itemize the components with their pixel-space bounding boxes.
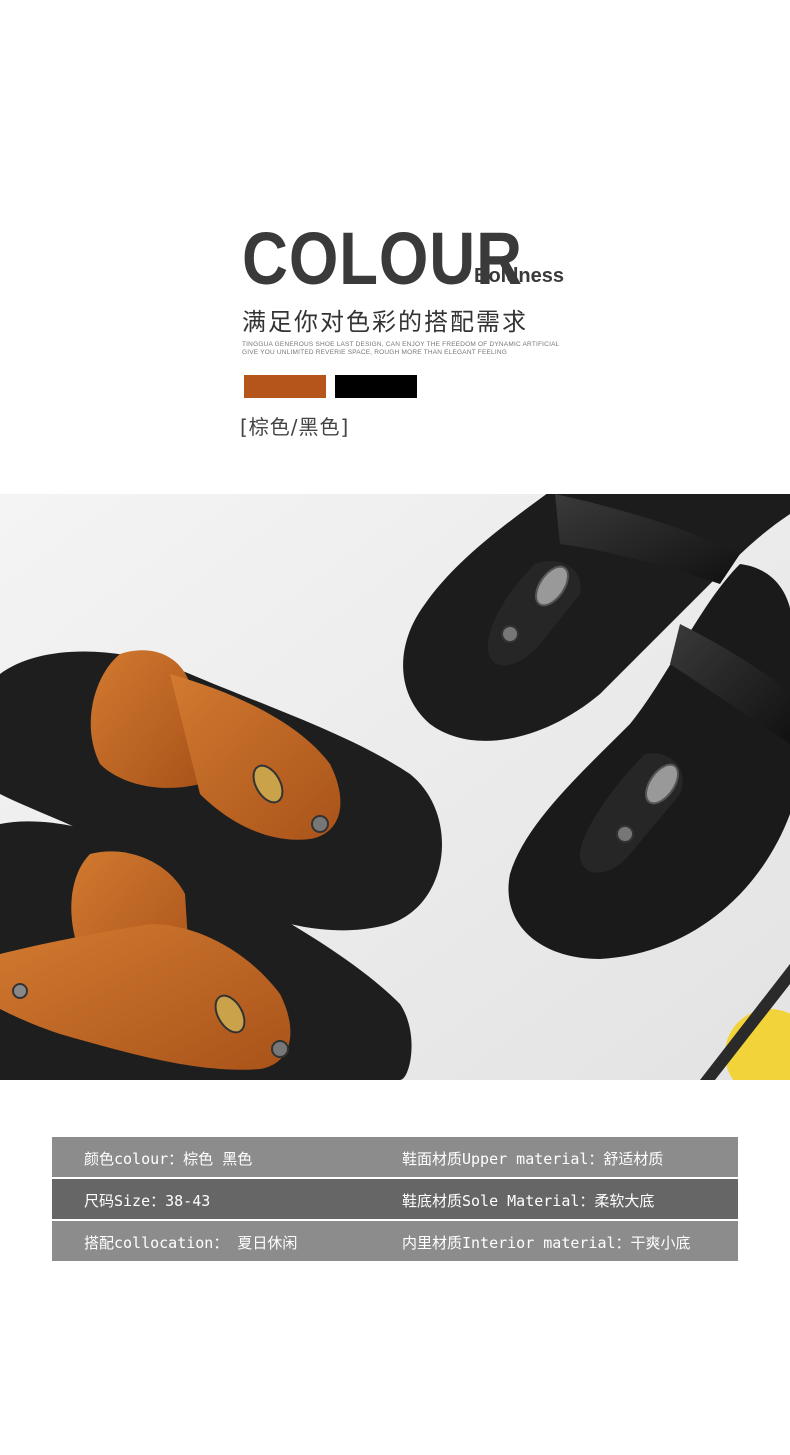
spec-interior-material: 内里材质Interior material：干爽小底 bbox=[402, 1234, 691, 1252]
spec-sole-material: 鞋底材质Sole Material：柔软大底 bbox=[402, 1192, 655, 1210]
title-subheading: Boldness bbox=[474, 265, 565, 287]
spec-row: 尺码Size：38-43 鞋底材质Sole Material：柔软大底 bbox=[52, 1179, 738, 1219]
spec-row: 颜色colour：棕色 黑色 鞋面材质Upper material：舒适材质 bbox=[52, 1137, 738, 1177]
chinese-subtitle: 满足你对色彩的搭配需求 bbox=[242, 308, 528, 336]
product-photo bbox=[0, 494, 790, 1080]
english-description-line-2: GIVE YOU UNLIMITED REVERIE SPACE, ROUGH … bbox=[242, 349, 507, 356]
spec-row: 搭配collocation： 夏日休闲 内里材质Interior materia… bbox=[52, 1221, 738, 1261]
specs-table: 颜色colour：棕色 黑色 鞋面材质Upper material：舒适材质 尺… bbox=[52, 1137, 738, 1261]
sandals-illustration bbox=[0, 494, 790, 1080]
spec-size: 尺码Size：38-43 bbox=[84, 1192, 211, 1210]
black-color-swatch[interactable] bbox=[335, 375, 417, 398]
spec-collocation: 搭配collocation： 夏日休闲 bbox=[84, 1234, 298, 1252]
spec-upper-material: 鞋面材质Upper material：舒适材质 bbox=[402, 1150, 664, 1168]
brown-color-swatch[interactable] bbox=[244, 375, 326, 398]
available-colors-label: [棕色/黑色] bbox=[240, 415, 350, 439]
spec-colour: 颜色colour：棕色 黑色 bbox=[84, 1150, 253, 1168]
english-description-line-1: TINGGUA GENEROUS SHOE LAST DESIGN, CAN E… bbox=[242, 341, 560, 348]
